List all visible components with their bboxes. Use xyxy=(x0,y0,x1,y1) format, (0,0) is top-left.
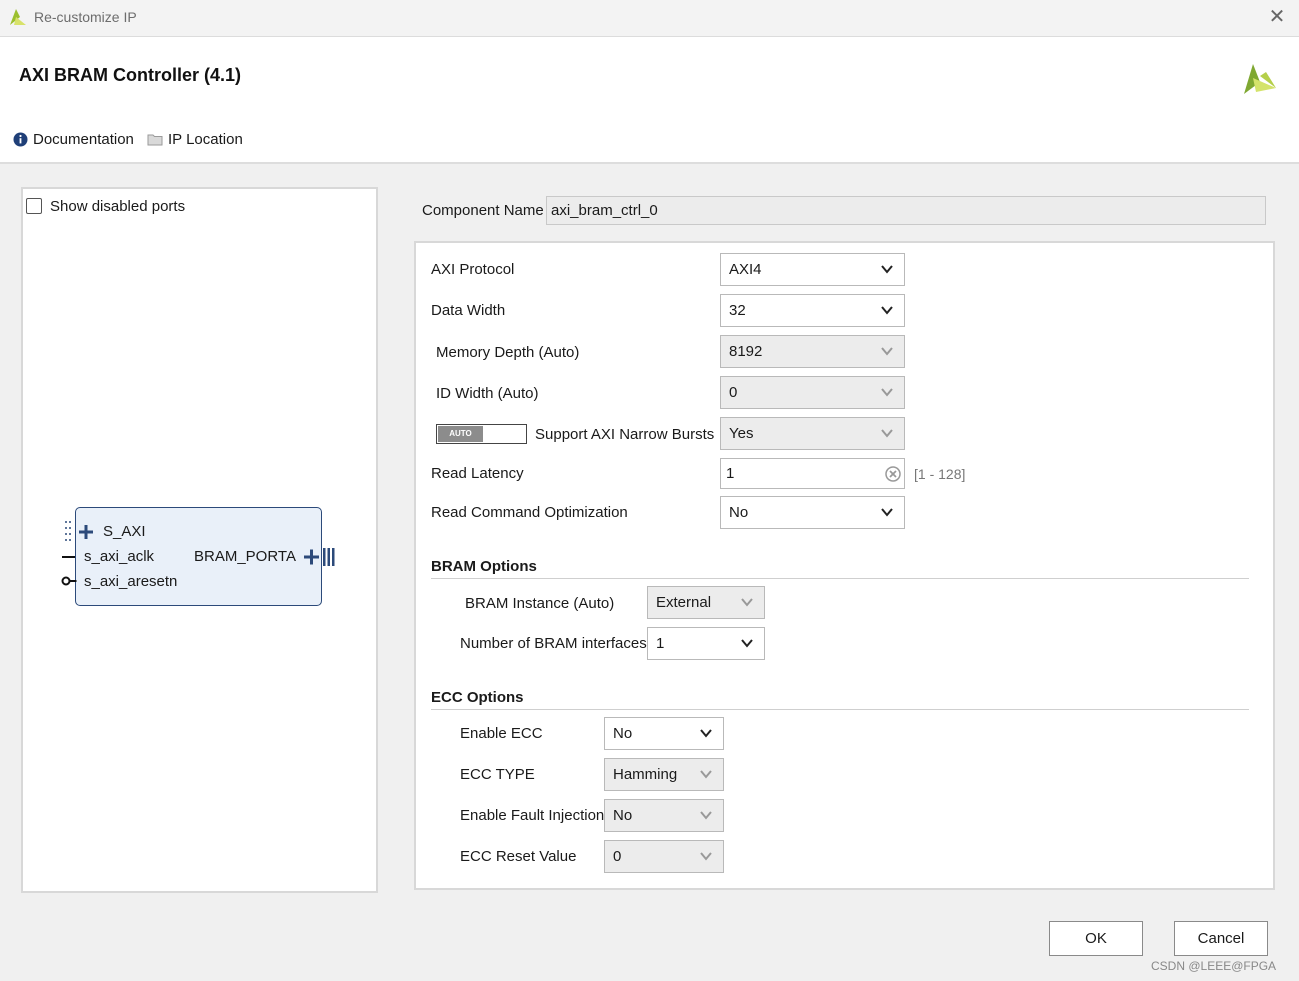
chevron-down-icon xyxy=(700,852,712,861)
fault-injection-value: No xyxy=(613,807,633,824)
ecc-reset-value-select[interactable]: 0 xyxy=(604,840,724,873)
close-icon[interactable]: ✕ xyxy=(1266,6,1288,28)
watermark: CSDN @LEEE@FPGA xyxy=(1151,959,1277,973)
id-width-select[interactable]: 0 xyxy=(720,376,905,409)
memory-depth-label: Memory Depth (Auto) xyxy=(436,344,580,361)
window-title: Re-customize IP xyxy=(34,9,137,25)
ecc-options-divider xyxy=(431,709,1249,710)
fault-injection-select[interactable]: No xyxy=(604,799,724,832)
chevron-down-icon xyxy=(700,770,712,779)
port-bram-porta: BRAM_PORTA xyxy=(194,548,296,565)
ip-location-label: IP Location xyxy=(168,131,243,148)
chevron-down-icon xyxy=(700,811,712,820)
expand-plus-icon[interactable] xyxy=(78,524,94,540)
bram-options-divider xyxy=(431,578,1249,579)
axi-protocol-label: AXI Protocol xyxy=(431,261,515,278)
ecc-type-label: ECC TYPE xyxy=(460,766,535,783)
id-width-value: 0 xyxy=(729,384,738,401)
bram-interfaces-label: Number of BRAM interfaces xyxy=(460,635,647,652)
xilinx-logo xyxy=(1244,64,1276,94)
chevron-down-icon xyxy=(741,639,753,648)
narrow-bursts-label: Support AXI Narrow Bursts xyxy=(535,426,715,443)
axi-protocol-value: AXI4 xyxy=(729,261,762,278)
ecc-options-title: ECC Options xyxy=(431,689,524,706)
reset-pin-icon xyxy=(61,576,77,586)
ip-title: AXI BRAM Controller (4.1) xyxy=(19,65,242,85)
auto-toggle-label: AUTO xyxy=(438,426,483,442)
info-icon xyxy=(13,132,28,147)
fault-injection-label: Enable Fault Injection xyxy=(460,807,605,824)
bram-instance-value: External xyxy=(656,594,712,611)
enable-ecc-label: Enable ECC xyxy=(460,725,543,742)
show-disabled-ports-label: Show disabled ports xyxy=(50,198,186,215)
data-width-select[interactable]: 32 xyxy=(720,294,905,327)
chevron-down-icon xyxy=(881,347,893,356)
bram-instance-label: BRAM Instance (Auto) xyxy=(465,595,615,612)
chevron-down-icon xyxy=(881,508,893,517)
component-name-label: Component Name xyxy=(422,202,544,219)
read-cmd-opt-select[interactable]: No xyxy=(720,496,905,529)
id-width-label: ID Width (Auto) xyxy=(436,385,539,402)
read-cmd-opt-value: No xyxy=(729,504,749,521)
read-latency-range: [1 - 128] xyxy=(914,466,966,482)
read-latency-label: Read Latency xyxy=(431,465,524,482)
read-latency-input[interactable]: 1 xyxy=(720,458,905,489)
memory-depth-select[interactable]: 8192 xyxy=(720,335,905,368)
port-s-axi: S_AXI xyxy=(103,523,146,540)
narrow-bursts-value: Yes xyxy=(729,425,754,442)
bram-interfaces-select[interactable]: 1 xyxy=(647,627,765,660)
bram-port-icon[interactable] xyxy=(303,548,337,566)
data-width-value: 32 xyxy=(729,302,746,319)
documentation-link[interactable]: Documentation xyxy=(13,131,134,148)
clock-pin-line xyxy=(62,556,75,558)
port-s-axi-aresetn: s_axi_aresetn xyxy=(84,573,178,590)
folder-icon xyxy=(147,134,163,146)
axi-protocol-select[interactable]: AXI4 xyxy=(720,253,905,286)
read-cmd-opt-label: Read Command Optimization xyxy=(431,504,628,521)
cancel-button[interactable]: Cancel xyxy=(1174,921,1268,956)
read-latency-value: 1 xyxy=(726,465,735,482)
chevron-down-icon xyxy=(881,429,893,438)
chevron-down-icon xyxy=(741,598,753,607)
bus-handle-icon[interactable] xyxy=(64,520,72,542)
bram-instance-select[interactable]: External xyxy=(647,586,765,619)
port-s-axi-aclk: s_axi_aclk xyxy=(84,548,155,565)
chevron-down-icon xyxy=(881,265,893,274)
ok-button[interactable]: OK xyxy=(1049,921,1143,956)
clear-icon[interactable] xyxy=(885,466,901,482)
chevron-down-icon xyxy=(881,388,893,397)
bram-options-title: BRAM Options xyxy=(431,558,537,575)
bram-interfaces-value: 1 xyxy=(656,635,665,652)
show-disabled-ports-checkbox[interactable] xyxy=(26,198,42,214)
vivado-icon xyxy=(10,9,26,25)
component-name-field[interactable]: axi_bram_ctrl_0 xyxy=(546,196,1266,225)
ecc-reset-value-value: 0 xyxy=(613,848,622,865)
ecc-type-value: Hamming xyxy=(613,766,678,783)
ecc-type-select[interactable]: Hamming xyxy=(604,758,724,791)
data-width-label: Data Width xyxy=(431,302,506,319)
ecc-reset-value-label: ECC Reset Value xyxy=(460,848,577,865)
ip-location-link[interactable]: IP Location xyxy=(147,131,243,148)
chevron-down-icon xyxy=(700,729,712,738)
enable-ecc-value: No xyxy=(613,725,633,742)
enable-ecc-select[interactable]: No xyxy=(604,717,724,750)
chevron-down-icon xyxy=(881,306,893,315)
documentation-label: Documentation xyxy=(33,131,134,148)
title-bar xyxy=(0,0,1299,37)
auto-toggle[interactable]: AUTO xyxy=(436,424,527,444)
memory-depth-value: 8192 xyxy=(729,343,763,360)
narrow-bursts-select[interactable]: Yes xyxy=(720,417,905,450)
